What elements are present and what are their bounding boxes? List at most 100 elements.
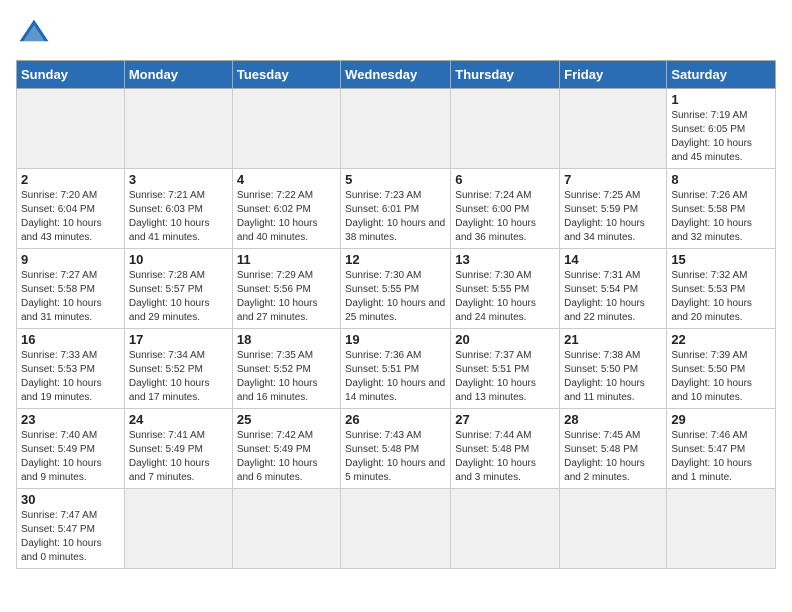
calendar-cell: 5Sunrise: 7:23 AM Sunset: 6:01 PM Daylig… xyxy=(341,169,451,249)
day-info: Sunrise: 7:36 AM Sunset: 5:51 PM Dayligh… xyxy=(345,349,446,405)
calendar-cell: 29 Sunrise: 7:46 AM Sunset: 5:47 PM Dayli… xyxy=(667,409,776,489)
day-number: 21 xyxy=(564,332,662,347)
weekday-header-friday: Friday xyxy=(560,61,667,89)
day-info: Sunrise: 7:20 AM Sunset: 6:04 PM Dayligh… xyxy=(21,189,120,245)
day-number: 23 xyxy=(21,412,120,427)
calendar-cell: 21 Sunrise: 7:38 AM Sunset: 5:50 PM Dayli… xyxy=(560,329,667,409)
day-number: 2 xyxy=(21,172,120,187)
day-info: Sunrise: 7:19 AM Sunset: 6:05 PM Dayligh… xyxy=(671,109,771,165)
calendar-cell: 20 Sunrise: 7:37 AM Sunset: 5:51 PM Dayli… xyxy=(451,329,560,409)
day-info: Sunrise: 7:25 AM Sunset: 5:59 PM Dayligh… xyxy=(564,189,662,245)
weekday-header-sunday: Sunday xyxy=(17,61,125,89)
day-number: 18 xyxy=(237,332,336,347)
day-info: Sunrise: 7:37 AM Sunset: 5:51 PM Dayligh… xyxy=(455,349,555,405)
calendar-cell: 11 Sunrise: 7:29 AM Sunset: 5:56 PM Dayli… xyxy=(232,249,340,329)
day-number: 28 xyxy=(564,412,662,427)
day-info: Sunrise: 7:29 AM Sunset: 5:56 PM Dayligh… xyxy=(237,269,336,325)
day-info: Sunrise: 7:34 AM Sunset: 5:52 PM Dayligh… xyxy=(129,349,228,405)
calendar-cell: 27 Sunrise: 7:44 AM Sunset: 5:48 PM Dayli… xyxy=(451,409,560,489)
calendar-cell xyxy=(560,89,667,169)
day-info: Sunrise: 7:39 AM Sunset: 5:50 PM Dayligh… xyxy=(671,349,771,405)
day-number: 8 xyxy=(671,172,771,187)
day-info: Sunrise: 7:44 AM Sunset: 5:48 PM Dayligh… xyxy=(455,429,555,485)
calendar-week-5: 23Sunrise: 7:40 AM Sunset: 5:49 PM Dayli… xyxy=(17,409,776,489)
day-info: Sunrise: 7:27 AM Sunset: 5:58 PM Dayligh… xyxy=(21,269,120,325)
calendar-cell: 12 Sunrise: 7:30 AM Sunset: 5:55 PM Dayli… xyxy=(341,249,451,329)
day-number: 4 xyxy=(237,172,336,187)
day-info: Sunrise: 7:22 AM Sunset: 6:02 PM Dayligh… xyxy=(237,189,336,245)
calendar-cell: 18 Sunrise: 7:35 AM Sunset: 5:52 PM Dayli… xyxy=(232,329,340,409)
calendar-cell: 8Sunrise: 7:26 AM Sunset: 5:58 PM Daylig… xyxy=(667,169,776,249)
calendar-cell: 10 Sunrise: 7:28 AM Sunset: 5:57 PM Dayli… xyxy=(124,249,232,329)
day-info: Sunrise: 7:43 AM Sunset: 5:48 PM Dayligh… xyxy=(345,429,446,485)
weekday-header-saturday: Saturday xyxy=(667,61,776,89)
day-info: Sunrise: 7:41 AM Sunset: 5:49 PM Dayligh… xyxy=(129,429,228,485)
calendar-week-6: 30 Sunrise: 7:47 AM Sunset: 5:47 PM Dayli… xyxy=(17,489,776,569)
calendar-cell: 30 Sunrise: 7:47 AM Sunset: 5:47 PM Dayli… xyxy=(17,489,125,569)
calendar-cell: 9Sunrise: 7:27 AM Sunset: 5:58 PM Daylig… xyxy=(17,249,125,329)
day-number: 19 xyxy=(345,332,446,347)
calendar-week-4: 16Sunrise: 7:33 AM Sunset: 5:53 PM Dayli… xyxy=(17,329,776,409)
day-info: Sunrise: 7:45 AM Sunset: 5:48 PM Dayligh… xyxy=(564,429,662,485)
calendar-cell xyxy=(341,89,451,169)
day-info: Sunrise: 7:32 AM Sunset: 5:53 PM Dayligh… xyxy=(671,269,771,325)
calendar-cell xyxy=(560,489,667,569)
day-number: 6 xyxy=(455,172,555,187)
day-info: Sunrise: 7:28 AM Sunset: 5:57 PM Dayligh… xyxy=(129,269,228,325)
day-info: Sunrise: 7:47 AM Sunset: 5:47 PM Dayligh… xyxy=(21,509,120,565)
day-info: Sunrise: 7:46 AM Sunset: 5:47 PM Dayligh… xyxy=(671,429,771,485)
calendar-cell xyxy=(232,489,340,569)
day-number: 24 xyxy=(129,412,228,427)
calendar-cell: 24 Sunrise: 7:41 AM Sunset: 5:49 PM Dayli… xyxy=(124,409,232,489)
day-number: 16 xyxy=(21,332,120,347)
day-number: 15 xyxy=(671,252,771,267)
calendar-cell xyxy=(17,89,125,169)
logo xyxy=(16,16,56,52)
day-info: Sunrise: 7:38 AM Sunset: 5:50 PM Dayligh… xyxy=(564,349,662,405)
calendar-week-3: 9Sunrise: 7:27 AM Sunset: 5:58 PM Daylig… xyxy=(17,249,776,329)
day-number: 11 xyxy=(237,252,336,267)
day-info: Sunrise: 7:31 AM Sunset: 5:54 PM Dayligh… xyxy=(564,269,662,325)
day-number: 12 xyxy=(345,252,446,267)
day-number: 1 xyxy=(671,92,771,107)
calendar-week-2: 2 Sunrise: 7:20 AM Sunset: 6:04 PM Daylig… xyxy=(17,169,776,249)
weekday-header-wednesday: Wednesday xyxy=(341,61,451,89)
calendar-cell xyxy=(451,489,560,569)
day-number: 30 xyxy=(21,492,120,507)
day-info: Sunrise: 7:24 AM Sunset: 6:00 PM Dayligh… xyxy=(455,189,555,245)
calendar-header-row: SundayMondayTuesdayWednesdayThursdayFrid… xyxy=(17,61,776,89)
day-number: 27 xyxy=(455,412,555,427)
weekday-header-tuesday: Tuesday xyxy=(232,61,340,89)
day-number: 20 xyxy=(455,332,555,347)
day-info: Sunrise: 7:35 AM Sunset: 5:52 PM Dayligh… xyxy=(237,349,336,405)
calendar-week-1: 1 Sunrise: 7:19 AM Sunset: 6:05 PM Daylig… xyxy=(17,89,776,169)
day-number: 26 xyxy=(345,412,446,427)
day-info: Sunrise: 7:30 AM Sunset: 5:55 PM Dayligh… xyxy=(345,269,446,325)
day-number: 22 xyxy=(671,332,771,347)
calendar-cell: 4 Sunrise: 7:22 AM Sunset: 6:02 PM Daylig… xyxy=(232,169,340,249)
calendar-cell: 15 Sunrise: 7:32 AM Sunset: 5:53 PM Dayli… xyxy=(667,249,776,329)
day-info: Sunrise: 7:21 AM Sunset: 6:03 PM Dayligh… xyxy=(129,189,228,245)
logo-icon xyxy=(16,16,52,52)
day-number: 3 xyxy=(129,172,228,187)
calendar-cell xyxy=(667,489,776,569)
calendar-cell: 2 Sunrise: 7:20 AM Sunset: 6:04 PM Daylig… xyxy=(17,169,125,249)
calendar-cell xyxy=(341,489,451,569)
calendar-cell: 17 Sunrise: 7:34 AM Sunset: 5:52 PM Dayli… xyxy=(124,329,232,409)
calendar-cell: 1 Sunrise: 7:19 AM Sunset: 6:05 PM Daylig… xyxy=(667,89,776,169)
calendar-cell xyxy=(124,89,232,169)
calendar-cell: 13Sunrise: 7:30 AM Sunset: 5:55 PM Dayli… xyxy=(451,249,560,329)
calendar-cell: 22 Sunrise: 7:39 AM Sunset: 5:50 PM Dayli… xyxy=(667,329,776,409)
calendar-cell: 14Sunrise: 7:31 AM Sunset: 5:54 PM Dayli… xyxy=(560,249,667,329)
day-number: 10 xyxy=(129,252,228,267)
calendar-table: SundayMondayTuesdayWednesdayThursdayFrid… xyxy=(16,60,776,569)
calendar-cell: 25Sunrise: 7:42 AM Sunset: 5:49 PM Dayli… xyxy=(232,409,340,489)
day-number: 17 xyxy=(129,332,228,347)
calendar-cell: 16Sunrise: 7:33 AM Sunset: 5:53 PM Dayli… xyxy=(17,329,125,409)
calendar-cell: 19 Sunrise: 7:36 AM Sunset: 5:51 PM Dayli… xyxy=(341,329,451,409)
day-number: 25 xyxy=(237,412,336,427)
calendar-cell: 26 Sunrise: 7:43 AM Sunset: 5:48 PM Dayli… xyxy=(341,409,451,489)
day-number: 29 xyxy=(671,412,771,427)
day-number: 7 xyxy=(564,172,662,187)
calendar-cell xyxy=(451,89,560,169)
